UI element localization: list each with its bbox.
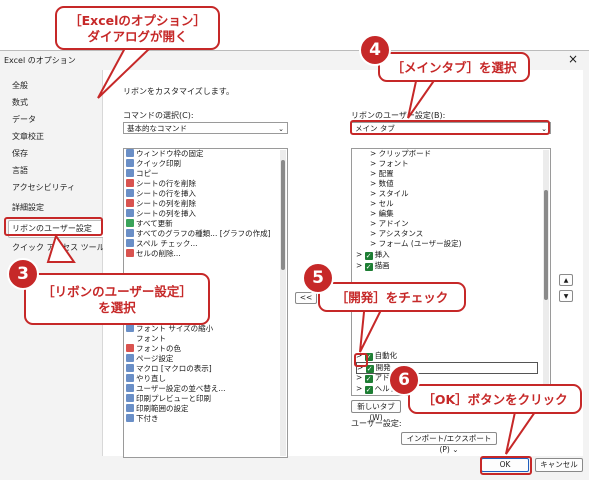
step-badge-5: 5	[302, 262, 334, 294]
callout-dialog-opens: ［Excelのオプション］ ダイアログが開く	[55, 6, 220, 50]
step-badge-3: 3	[7, 258, 39, 290]
step-badge-6: 6	[388, 364, 420, 396]
step-badge-4: 4	[359, 34, 391, 66]
callout-ok: ［OK］ボタンをクリック	[408, 384, 582, 414]
callout-main-tab: ［メインタブ］を選択	[378, 52, 530, 82]
callout-developer: ［開発］をチェック	[318, 282, 466, 312]
callout-customize-ribbon: ［リボンのユーザー設定］ を選択	[24, 273, 210, 325]
